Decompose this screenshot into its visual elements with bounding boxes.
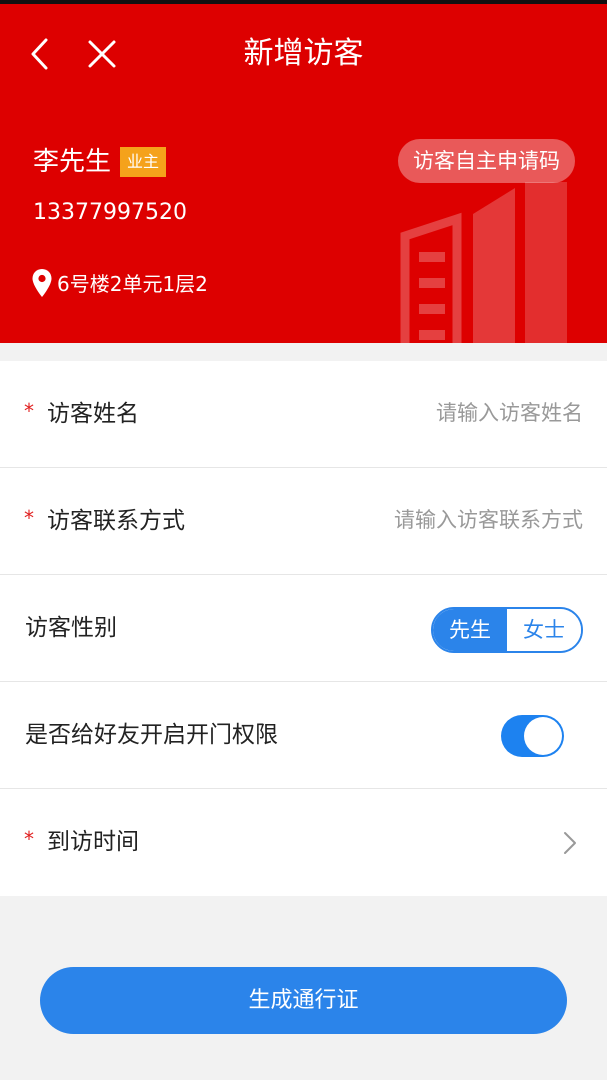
- visitor-name-row: * 访客姓名: [0, 361, 607, 468]
- building-illustration: [400, 182, 567, 343]
- owner-badge: 业主: [120, 147, 167, 177]
- gender-option-mr[interactable]: 先生: [433, 609, 507, 651]
- required-star: *: [24, 827, 34, 851]
- visitor-name-label: 访客姓名: [47, 401, 139, 427]
- location-pin-icon: [32, 269, 52, 297]
- visitor-contact-label: 访客联系方式: [47, 508, 185, 534]
- owner-name: 李先生: [33, 147, 112, 177]
- self-apply-code-button[interactable]: 访客自主申请码: [398, 139, 575, 183]
- gender-option-ms[interactable]: 女士: [507, 609, 581, 651]
- visit-time-row[interactable]: * 到访时间: [0, 789, 607, 896]
- owner-phone: 13377997520: [33, 200, 187, 225]
- chevron-right-icon: [564, 832, 576, 854]
- header: 新增访客 李先生 业主 13377997520 6号楼2单元1层2 访客自主申请…: [0, 4, 607, 343]
- required-star: *: [24, 506, 34, 530]
- gender-toggle: 先生 女士: [431, 607, 583, 653]
- visitor-name-input[interactable]: [323, 391, 583, 435]
- visitor-contact-input[interactable]: [323, 498, 583, 542]
- door-permission-label: 是否给好友开启开门权限: [25, 722, 278, 748]
- visitor-contact-row: * 访客联系方式: [0, 468, 607, 575]
- switch-knob: [524, 717, 562, 755]
- generate-pass-button[interactable]: 生成通行证: [40, 967, 567, 1034]
- required-star: *: [24, 399, 34, 423]
- visitor-form: * 访客姓名 * 访客联系方式 访客性别 先生 女士 是否给好友开启开门权限 *…: [0, 361, 607, 896]
- door-permission-row: 是否给好友开启开门权限: [0, 682, 607, 789]
- door-permission-switch[interactable]: [501, 715, 564, 757]
- page-title: 新增访客: [243, 36, 364, 71]
- owner-address: 6号楼2单元1层2: [57, 272, 208, 296]
- visit-time-label: 到访时间: [47, 829, 139, 855]
- visitor-gender-row: 访客性别 先生 女士: [0, 575, 607, 682]
- visitor-gender-label: 访客性别: [25, 615, 117, 641]
